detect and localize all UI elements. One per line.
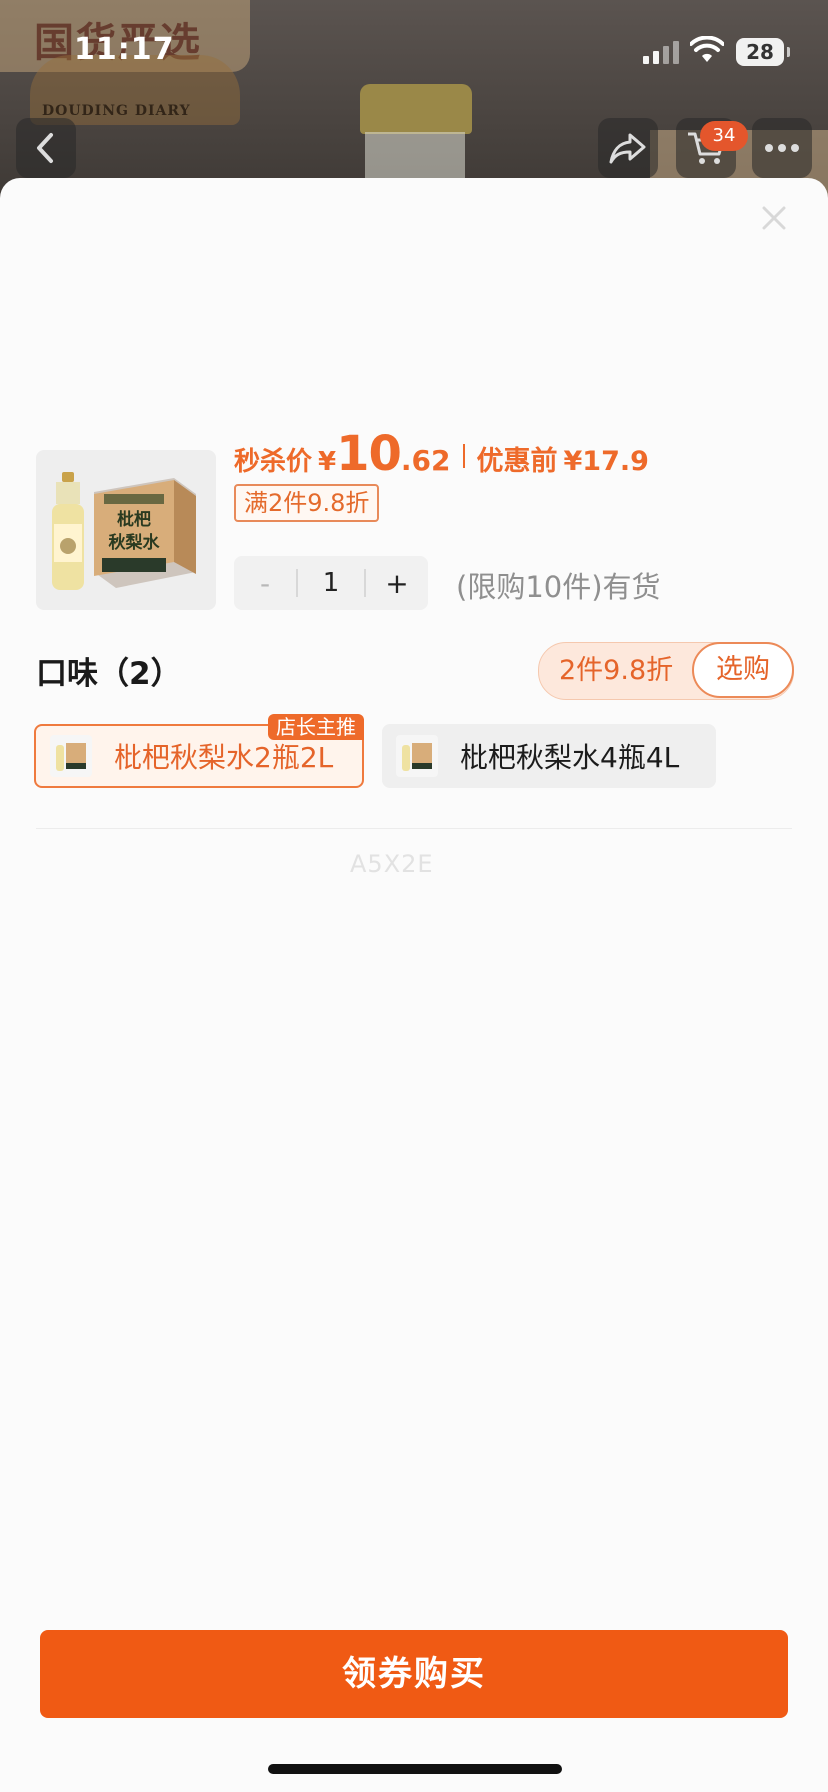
share-icon xyxy=(609,133,646,164)
svg-text:秋梨水: 秋梨水 xyxy=(109,532,161,553)
price-line: 秒杀价 ¥ 10 .62 优惠前 ¥17.9 xyxy=(234,426,649,486)
select-bundle-button[interactable]: 选购 xyxy=(692,642,794,698)
chevron-left-icon xyxy=(37,133,53,163)
product-image: 枇杷 秋梨水 xyxy=(52,472,196,590)
quantity-stepper: - 1 + xyxy=(234,556,428,610)
status-time: 11:17 xyxy=(74,32,175,67)
wifi-icon xyxy=(690,36,724,62)
cart-count-badge: 34 xyxy=(700,121,748,151)
back-button[interactable] xyxy=(16,118,76,178)
price-decimal: .62 xyxy=(400,444,451,477)
price-integer: 10 xyxy=(336,426,402,482)
battery-icon: 28 xyxy=(736,38,790,66)
close-icon[interactable] xyxy=(756,200,792,236)
discount-tag: 满2件9.8折 xyxy=(234,484,380,522)
currency-symbol: ¥ xyxy=(318,447,337,477)
bundle-promo: 2件9.8折 选购 xyxy=(538,642,794,700)
original-price-label: 优惠前 xyxy=(476,446,558,477)
svg-text:枇杷: 枇杷 xyxy=(117,509,151,530)
stock-status: (限购10件)有货 xyxy=(456,570,661,604)
more-icon xyxy=(765,144,799,152)
bottle-cap-image xyxy=(360,84,472,134)
section-divider xyxy=(36,828,792,829)
home-indicator xyxy=(268,1764,562,1774)
claim-coupon-buy-button[interactable]: 领券购买 xyxy=(40,1630,788,1718)
brand-tagline: DOUDING DIARY xyxy=(42,103,191,119)
more-button[interactable] xyxy=(752,118,812,178)
product-thumbnail[interactable]: 枇杷 秋梨水 xyxy=(36,450,216,610)
option-thumbnail xyxy=(50,735,92,777)
price-divider xyxy=(462,444,465,468)
quantity-value[interactable]: 1 xyxy=(298,568,364,598)
flavor-section-title: 口味（2） xyxy=(36,656,182,692)
flavor-option-label: 枇杷秋梨水2瓶2L xyxy=(114,741,334,774)
original-price: ¥17.9 xyxy=(563,446,649,477)
background-product-page: 国货严选 DOUDING DIARY 11:17 28 34 xyxy=(0,0,828,200)
decrease-button[interactable]: - xyxy=(234,556,296,610)
option-thumbnail xyxy=(396,735,438,777)
recommend-badge: 店长主推 xyxy=(268,714,364,740)
increase-button[interactable]: + xyxy=(366,556,428,610)
price-label: 秒杀价 xyxy=(234,447,313,477)
flavor-option-2bottles[interactable]: 枇杷秋梨水2瓶2L 店长主推 xyxy=(34,714,364,788)
bundle-promo-text: 2件9.8折 xyxy=(559,655,674,686)
signal-icon xyxy=(643,40,679,64)
flavor-option-4bottles[interactable]: 枇杷秋梨水4瓶4L xyxy=(382,724,716,788)
share-button[interactable] xyxy=(598,118,658,178)
watermark: A5X2E xyxy=(350,850,434,878)
sku-selection-sheet: 枇杷 秋梨水 秒杀价 ¥ 10 .62 优惠前 ¥17.9 满2件9.8折 - … xyxy=(0,178,828,1792)
flavor-option-label: 枇杷秋梨水4瓶4L xyxy=(460,741,680,774)
